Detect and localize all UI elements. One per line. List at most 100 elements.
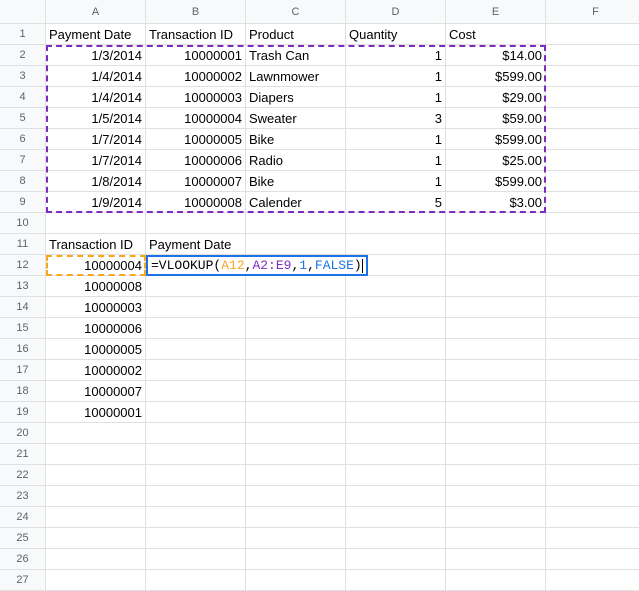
cell-D17[interactable] — [346, 360, 446, 381]
cell-A27[interactable] — [46, 570, 146, 591]
cell-C1[interactable]: Product — [246, 24, 346, 45]
cell-B15[interactable] — [146, 318, 246, 339]
cell-B23[interactable] — [146, 486, 246, 507]
cell-D4[interactable]: 1 — [346, 87, 446, 108]
row-header-2[interactable]: 2 — [0, 45, 46, 66]
cell-E10[interactable] — [446, 213, 546, 234]
cell-C9[interactable]: Calender — [246, 192, 346, 213]
cell-A2[interactable]: 1/3/2014 — [46, 45, 146, 66]
row-header-20[interactable]: 20 — [0, 423, 46, 444]
cell-D20[interactable] — [346, 423, 446, 444]
cell-A18[interactable]: 10000007 — [46, 381, 146, 402]
cell-C8[interactable]: Bike — [246, 171, 346, 192]
cell-A3[interactable]: 1/4/2014 — [46, 66, 146, 87]
cell-E19[interactable] — [446, 402, 546, 423]
cell-A22[interactable] — [46, 465, 146, 486]
cell-B17[interactable] — [146, 360, 246, 381]
cell-E26[interactable] — [446, 549, 546, 570]
cell-A11[interactable]: Transaction ID — [46, 234, 146, 255]
cell-A25[interactable] — [46, 528, 146, 549]
cell-E25[interactable] — [446, 528, 546, 549]
row-header-6[interactable]: 6 — [0, 129, 46, 150]
col-header-A[interactable]: A — [46, 0, 146, 24]
row-header-1[interactable]: 1 — [0, 24, 46, 45]
row-header-11[interactable]: 11 — [0, 234, 46, 255]
cell-F8[interactable] — [546, 171, 639, 192]
cell-grid[interactable]: Payment Date Transaction ID Product Quan… — [46, 24, 639, 591]
cell-A16[interactable]: 10000005 — [46, 339, 146, 360]
row-header-14[interactable]: 14 — [0, 297, 46, 318]
cell-F13[interactable] — [546, 276, 639, 297]
cell-F15[interactable] — [546, 318, 639, 339]
cell-B27[interactable] — [146, 570, 246, 591]
cell-C19[interactable] — [246, 402, 346, 423]
cell-F27[interactable] — [546, 570, 639, 591]
cell-A5[interactable]: 1/5/2014 — [46, 108, 146, 129]
cell-F11[interactable] — [546, 234, 639, 255]
cell-D21[interactable] — [346, 444, 446, 465]
cell-D14[interactable] — [346, 297, 446, 318]
cell-F6[interactable] — [546, 129, 639, 150]
cell-F10[interactable] — [546, 213, 639, 234]
cell-F12[interactable] — [546, 255, 639, 276]
row-header-12[interactable]: 12 — [0, 255, 46, 276]
cell-D16[interactable] — [346, 339, 446, 360]
cell-E24[interactable] — [446, 507, 546, 528]
cell-C15[interactable] — [246, 318, 346, 339]
cell-C13[interactable] — [246, 276, 346, 297]
cell-D5[interactable]: 3 — [346, 108, 446, 129]
cell-C17[interactable] — [246, 360, 346, 381]
cell-F20[interactable] — [546, 423, 639, 444]
cell-D3[interactable]: 1 — [346, 66, 446, 87]
cell-E3[interactable]: $599.00 — [446, 66, 546, 87]
cell-C26[interactable] — [246, 549, 346, 570]
cell-F3[interactable] — [546, 66, 639, 87]
cell-C23[interactable] — [246, 486, 346, 507]
cell-E1[interactable]: Cost — [446, 24, 546, 45]
cell-E7[interactable]: $25.00 — [446, 150, 546, 171]
cell-C2[interactable]: Trash Can — [246, 45, 346, 66]
cell-E12[interactable] — [446, 255, 546, 276]
cell-C5[interactable]: Sweater — [246, 108, 346, 129]
cell-A23[interactable] — [46, 486, 146, 507]
cell-F16[interactable] — [546, 339, 639, 360]
cell-C7[interactable]: Radio — [246, 150, 346, 171]
formula-editor[interactable]: =VLOOKUP(A12,A2:E9,1,FALSE) — [146, 255, 368, 276]
row-header-21[interactable]: 21 — [0, 444, 46, 465]
cell-E5[interactable]: $59.00 — [446, 108, 546, 129]
cell-B9[interactable]: 10000008 — [146, 192, 246, 213]
cell-A10[interactable] — [46, 213, 146, 234]
cell-A26[interactable] — [46, 549, 146, 570]
cell-F1[interactable] — [546, 24, 639, 45]
cell-D6[interactable]: 1 — [346, 129, 446, 150]
row-header-16[interactable]: 16 — [0, 339, 46, 360]
cell-F19[interactable] — [546, 402, 639, 423]
cell-A24[interactable] — [46, 507, 146, 528]
cell-B2[interactable]: 10000001 — [146, 45, 246, 66]
cell-F23[interactable] — [546, 486, 639, 507]
cell-D11[interactable] — [346, 234, 446, 255]
cell-E11[interactable] — [446, 234, 546, 255]
cell-B6[interactable]: 10000005 — [146, 129, 246, 150]
cell-B11[interactable]: Payment Date — [146, 234, 246, 255]
row-header-4[interactable]: 4 — [0, 87, 46, 108]
row-header-13[interactable]: 13 — [0, 276, 46, 297]
cell-E23[interactable] — [446, 486, 546, 507]
cell-A9[interactable]: 1/9/2014 — [46, 192, 146, 213]
row-header-9[interactable]: 9 — [0, 192, 46, 213]
cell-F2[interactable] — [546, 45, 639, 66]
cell-D25[interactable] — [346, 528, 446, 549]
cell-B20[interactable] — [146, 423, 246, 444]
cell-D15[interactable] — [346, 318, 446, 339]
cell-D13[interactable] — [346, 276, 446, 297]
cell-F17[interactable] — [546, 360, 639, 381]
cell-F26[interactable] — [546, 549, 639, 570]
cell-E17[interactable] — [446, 360, 546, 381]
cell-C20[interactable] — [246, 423, 346, 444]
row-header-22[interactable]: 22 — [0, 465, 46, 486]
cell-A7[interactable]: 1/7/2014 — [46, 150, 146, 171]
cell-F9[interactable] — [546, 192, 639, 213]
cell-A19[interactable]: 10000001 — [46, 402, 146, 423]
cell-C24[interactable] — [246, 507, 346, 528]
cell-F14[interactable] — [546, 297, 639, 318]
